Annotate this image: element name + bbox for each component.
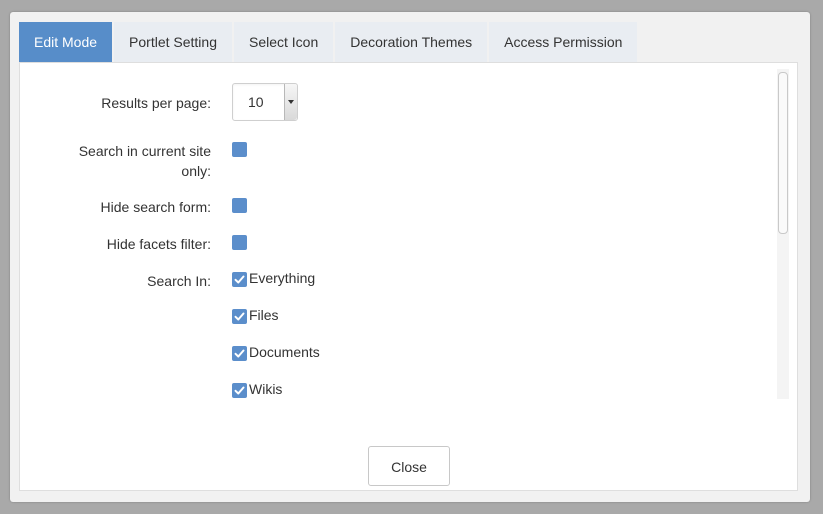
checkmark-icon xyxy=(234,349,245,358)
checkmark-icon xyxy=(234,312,245,321)
search-in-files-label: Files xyxy=(249,307,279,323)
tab-bar: Edit Mode Portlet Setting Select Icon De… xyxy=(19,22,640,62)
vertical-scrollbar[interactable] xyxy=(777,69,789,399)
search-in-wikis-checkbox[interactable] xyxy=(232,383,247,398)
tab-edit-mode[interactable]: Edit Mode xyxy=(19,22,115,62)
tab-portlet-setting[interactable]: Portlet Setting xyxy=(114,22,234,62)
edit-portlet-dialog: Edit Mode Portlet Setting Select Icon De… xyxy=(10,12,810,502)
search-current-site-label-line2: only: xyxy=(181,163,211,179)
search-in-documents-checkbox[interactable] xyxy=(232,346,247,361)
edit-mode-panel: Results per page: 10 Search in current s… xyxy=(19,62,798,491)
close-button[interactable]: Close xyxy=(368,446,450,486)
results-per-page-select[interactable]: 10 xyxy=(232,83,298,121)
checkmark-icon xyxy=(234,386,245,395)
scrollbar-thumb[interactable] xyxy=(778,72,788,234)
search-in-wikis-label: Wikis xyxy=(249,381,283,397)
tab-select-icon[interactable]: Select Icon xyxy=(233,22,336,62)
search-in-everything-checkbox[interactable] xyxy=(232,272,247,287)
search-current-site-checkbox[interactable] xyxy=(232,142,247,157)
chevron-down-icon[interactable] xyxy=(284,84,297,120)
search-in-label: Search In: xyxy=(147,273,211,289)
tab-access-permission[interactable]: Access Permission xyxy=(489,22,640,62)
hide-facets-filter-label: Hide facets filter: xyxy=(106,236,211,252)
backdrop: Edit Mode Portlet Setting Select Icon De… xyxy=(0,0,823,514)
hide-search-form-checkbox[interactable] xyxy=(232,198,247,213)
search-in-documents-label: Documents xyxy=(249,344,320,360)
search-in-everything-label: Everything xyxy=(249,270,316,286)
checkmark-icon xyxy=(234,275,245,284)
results-per-page-label: Results per page: xyxy=(101,95,211,111)
results-per-page-value: 10 xyxy=(248,94,264,110)
search-current-site-label: Search in current site only: xyxy=(79,141,211,181)
search-in-files-checkbox[interactable] xyxy=(232,309,247,324)
tab-decoration-themes[interactable]: Decoration Themes xyxy=(335,22,490,62)
hide-search-form-label: Hide search form: xyxy=(100,199,211,215)
search-current-site-label-line1: Search in current site xyxy=(78,143,211,159)
hide-facets-filter-checkbox[interactable] xyxy=(232,235,247,250)
settings-form: Results per page: 10 Search in current s… xyxy=(20,63,790,401)
